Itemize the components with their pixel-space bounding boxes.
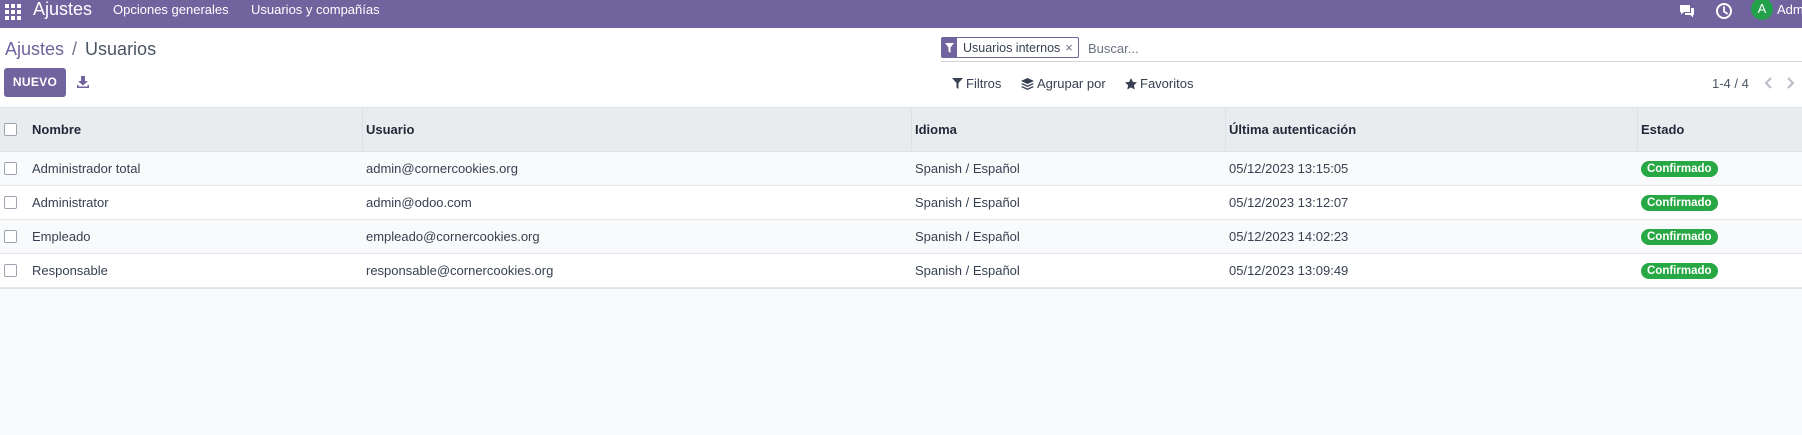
- favorites-button[interactable]: Favoritos: [1125, 76, 1193, 91]
- cell-name[interactable]: Empleado: [32, 220, 91, 253]
- users-list: Nombre Usuario Idioma Última autenticaci…: [0, 108, 1802, 289]
- cell-name[interactable]: Responsable: [32, 254, 108, 287]
- breadcrumb: Ajustes / Usuarios: [5, 39, 156, 60]
- search-bar: Usuarios internos ×: [941, 36, 1802, 62]
- row-checkbox-cell: [4, 220, 17, 253]
- cell-login[interactable]: responsable@cornercookies.org: [366, 254, 553, 287]
- cell-language[interactable]: Spanish / Español: [915, 254, 1020, 287]
- table-body: Administrador total admin@cornercookies.…: [0, 152, 1802, 288]
- status-badge: Confirmado: [1641, 262, 1718, 279]
- cell-language[interactable]: Spanish / Español: [915, 152, 1020, 185]
- facet-label: Usuarios internos: [963, 40, 1061, 55]
- cell-last-login[interactable]: 05/12/2023 13:09:49: [1229, 254, 1348, 287]
- table-row[interactable]: Empleado empleado@cornercookies.org Span…: [0, 220, 1802, 254]
- filter-icon: [942, 38, 957, 57]
- clock-icon[interactable]: [1715, 2, 1733, 20]
- column-divider[interactable]: [362, 108, 363, 152]
- cell-name[interactable]: Administrator: [32, 186, 109, 219]
- apps-menu-icon[interactable]: [5, 4, 21, 20]
- chat-icon[interactable]: [1678, 2, 1696, 20]
- search-input[interactable]: [1088, 37, 1688, 59]
- status-badge: Confirmado: [1641, 228, 1718, 245]
- row-checkbox[interactable]: [4, 196, 17, 209]
- column-header-name[interactable]: Nombre: [32, 108, 81, 151]
- facet-remove-icon[interactable]: ×: [1065, 40, 1078, 55]
- cell-name[interactable]: Administrador total: [32, 152, 140, 185]
- app-brand[interactable]: Ajustes: [33, 0, 92, 18]
- column-header-language[interactable]: Idioma: [915, 108, 957, 151]
- download-icon[interactable]: [76, 75, 90, 89]
- cell-state[interactable]: Confirmado: [1641, 254, 1718, 287]
- row-checkbox-cell: [4, 254, 17, 287]
- filters-button[interactable]: Filtros: [952, 76, 1001, 91]
- search-facet: Usuarios internos ×: [941, 37, 1079, 58]
- row-checkbox-cell: [4, 152, 17, 185]
- favorites-label: Favoritos: [1140, 76, 1194, 91]
- menu-opciones-generales[interactable]: Opciones generales: [113, 2, 229, 17]
- star-icon: [1125, 77, 1137, 89]
- cell-last-login[interactable]: 05/12/2023 13:15:05: [1229, 152, 1348, 185]
- breadcrumb-current: Usuarios: [85, 39, 157, 59]
- row-checkbox[interactable]: [4, 230, 17, 243]
- column-divider[interactable]: [1225, 108, 1226, 152]
- cell-language[interactable]: Spanish / Español: [915, 186, 1020, 219]
- cell-last-login[interactable]: 05/12/2023 13:12:07: [1229, 186, 1348, 219]
- table-row[interactable]: Administrador total admin@cornercookies.…: [0, 152, 1802, 186]
- group-by-label: Agrupar por: [1037, 76, 1106, 91]
- cell-state[interactable]: Confirmado: [1641, 220, 1718, 253]
- cell-login[interactable]: admin@odoo.com: [366, 186, 472, 219]
- column-header-state[interactable]: Estado: [1641, 108, 1684, 151]
- cell-login[interactable]: empleado@cornercookies.org: [366, 220, 540, 253]
- table-header: Nombre Usuario Idioma Última autenticaci…: [0, 108, 1802, 152]
- group-by-button[interactable]: Agrupar por: [1021, 76, 1106, 91]
- chevron-right-icon[interactable]: [1783, 75, 1797, 91]
- layers-icon: [1021, 77, 1034, 90]
- cell-login[interactable]: admin@cornercookies.org: [366, 152, 518, 185]
- status-badge: Confirmado: [1641, 194, 1718, 211]
- table-bottom-border: [0, 288, 1802, 289]
- cell-last-login[interactable]: 05/12/2023 14:02:23: [1229, 220, 1348, 253]
- pager-value[interactable]: 1-4 / 4: [1712, 76, 1749, 91]
- user-avatar[interactable]: A: [1751, 0, 1773, 20]
- breadcrumb-parent[interactable]: Ajustes: [5, 39, 64, 59]
- new-button[interactable]: NUEVO: [4, 68, 66, 97]
- cell-state[interactable]: Confirmado: [1641, 186, 1718, 219]
- filter-icon: [952, 78, 963, 89]
- column-header-login[interactable]: Usuario: [366, 108, 414, 151]
- chevron-left-icon[interactable]: [1762, 75, 1776, 91]
- select-all-checkbox[interactable]: [4, 123, 17, 136]
- filters-label: Filtros: [966, 76, 1002, 91]
- table-row[interactable]: Responsable responsable@cornercookies.or…: [0, 254, 1802, 288]
- select-all-checkbox-cell: [4, 108, 17, 151]
- user-name[interactable]: Admin: [1777, 2, 1802, 17]
- menu-usuarios-companias[interactable]: Usuarios y compañías: [251, 2, 380, 17]
- table-row[interactable]: Administrator admin@odoo.com Spanish / E…: [0, 186, 1802, 220]
- breadcrumb-separator: /: [72, 39, 78, 59]
- row-checkbox[interactable]: [4, 162, 17, 175]
- column-header-last-login[interactable]: Última autenticación: [1229, 108, 1356, 151]
- cell-state[interactable]: Confirmado: [1641, 152, 1718, 185]
- column-divider[interactable]: [911, 108, 912, 152]
- row-checkbox-cell: [4, 186, 17, 219]
- row-checkbox[interactable]: [4, 264, 17, 277]
- cell-language[interactable]: Spanish / Español: [915, 220, 1020, 253]
- top-navbar: Ajustes Opciones generales Usuarios y co…: [0, 0, 1802, 28]
- status-badge: Confirmado: [1641, 160, 1718, 177]
- control-panel: Ajustes / Usuarios Usuarios internos × NUE…: [0, 28, 1802, 108]
- column-divider[interactable]: [1637, 108, 1638, 152]
